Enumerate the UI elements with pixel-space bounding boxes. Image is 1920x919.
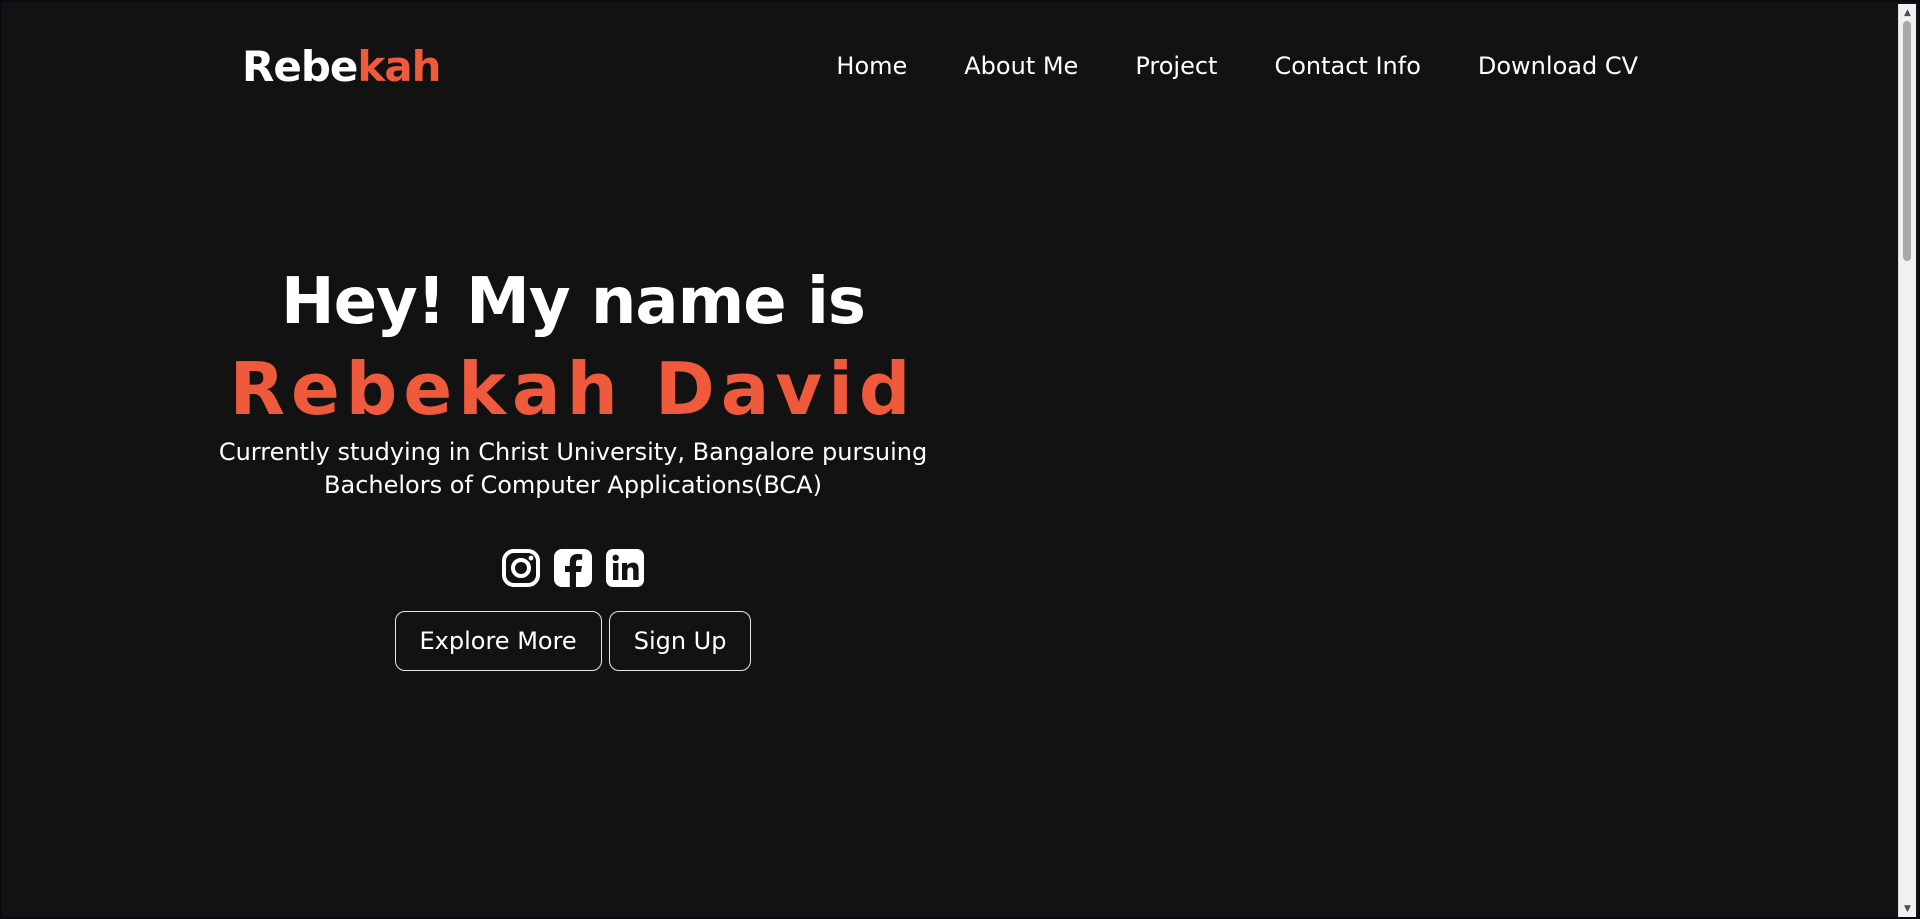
hero-title: Hey! My name is xyxy=(281,265,866,339)
nav-download-cv-link[interactable]: Download CV xyxy=(1478,52,1638,80)
nav-home-link[interactable]: Home xyxy=(836,52,907,80)
site-logo[interactable]: Rebekah xyxy=(242,42,442,91)
vertical-scrollbar[interactable]: ▲ ▼ xyxy=(1898,4,1916,917)
explore-more-button[interactable]: Explore More xyxy=(394,611,602,671)
logo-primary-text: Rebe xyxy=(242,42,358,91)
hero-name: Rebekah David xyxy=(229,347,917,431)
hero-description: Currently studying in Christ University,… xyxy=(218,438,928,499)
nav-contact-info-link[interactable]: Contact Info xyxy=(1274,52,1420,80)
nav-project-link[interactable]: Project xyxy=(1135,52,1217,80)
social-links xyxy=(132,548,1014,588)
linkedin-icon[interactable] xyxy=(605,548,645,588)
facebook-icon[interactable] xyxy=(553,548,593,588)
instagram-icon[interactable] xyxy=(501,548,541,588)
main-nav: Home About Me Project Contact Info Downl… xyxy=(836,52,1638,80)
scroll-down-arrow-icon[interactable]: ▼ xyxy=(1899,900,1916,917)
logo-accent-text: kah xyxy=(357,42,441,91)
hero-buttons: Explore More Sign Up xyxy=(132,611,1014,671)
page: Rebekah Home About Me Project Contact In… xyxy=(0,0,1920,919)
nav-about-me-link[interactable]: About Me xyxy=(964,52,1078,80)
scrollbar-thumb[interactable] xyxy=(1903,21,1911,261)
sign-up-button[interactable]: Sign Up xyxy=(608,611,752,671)
scroll-up-arrow-icon[interactable]: ▲ xyxy=(1899,4,1916,21)
hero-section: Hey! My name is Rebekah David Currently … xyxy=(132,262,1014,671)
